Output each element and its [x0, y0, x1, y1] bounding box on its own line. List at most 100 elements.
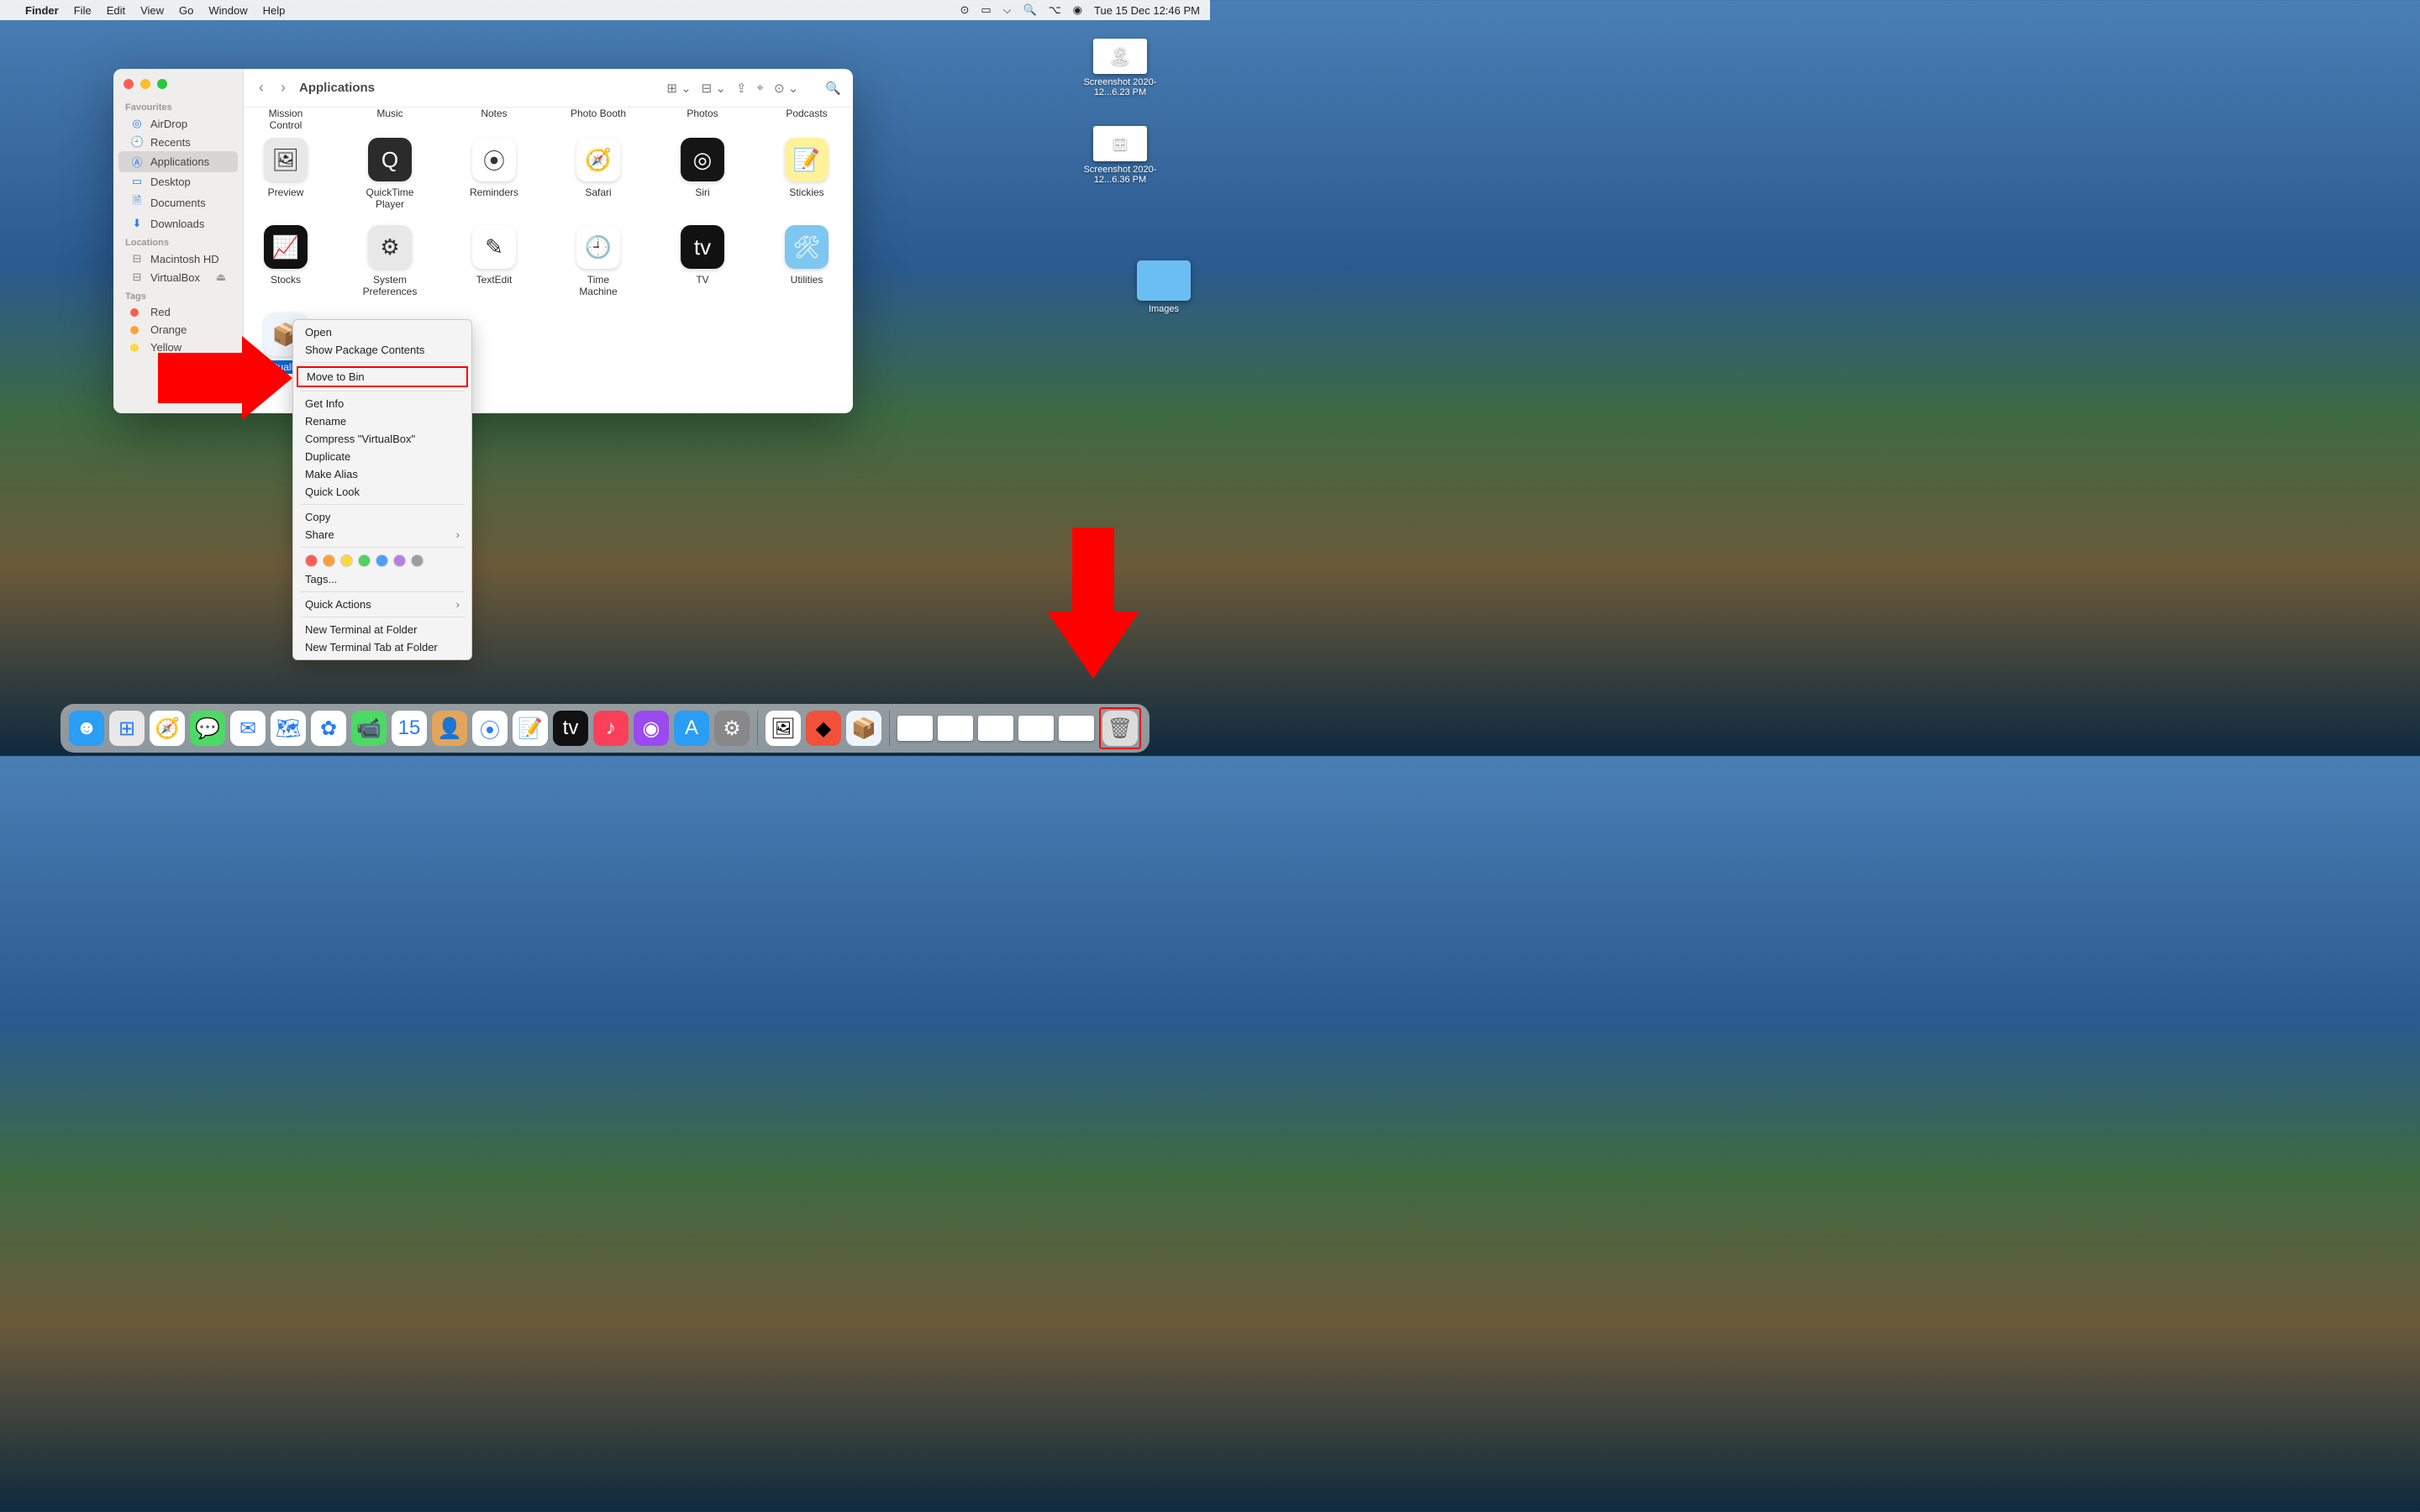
dock-virtualbox[interactable]: 📦	[846, 711, 881, 746]
forward-button[interactable]: ›	[277, 79, 289, 97]
sidebar-tag-red[interactable]: Red	[118, 303, 238, 321]
dock-contacts[interactable]: 👤	[432, 711, 467, 746]
sidebar-item-documents[interactable]: 🗎Documents	[118, 191, 238, 214]
app-label[interactable]: Mission Control	[255, 108, 316, 123]
app-reminders[interactable]: ⦿ Reminders	[464, 138, 524, 210]
ctx-copy[interactable]: Copy	[293, 508, 471, 526]
dock-safari[interactable]: 🧭	[150, 711, 185, 746]
ctx-quick-actions[interactable]: Quick Actions›	[293, 596, 471, 613]
dock-trash[interactable]: 🗑	[1102, 711, 1138, 746]
ctx-new-terminal-tab[interactable]: New Terminal Tab at Folder	[293, 638, 471, 656]
dock-mail[interactable]: ✉	[230, 711, 266, 746]
battery-icon[interactable]: ▭	[981, 3, 991, 17]
tag-color-dot[interactable]	[323, 554, 335, 567]
app-stocks[interactable]: 📈 Stocks	[255, 225, 316, 297]
menu-go[interactable]: Go	[179, 4, 193, 17]
share-icon[interactable]: ⇪	[736, 81, 747, 96]
menu-view[interactable]: View	[140, 4, 164, 17]
ctx-show-package-contents[interactable]: Show Package Contents	[293, 341, 471, 359]
eject-icon[interactable]: ⏏	[216, 270, 226, 284]
clock[interactable]: Tue 15 Dec 12:46 PM	[1094, 4, 1200, 17]
app-time-machine[interactable]: 🕘 Time Machine	[568, 225, 629, 297]
control-center-icon[interactable]: ⌥	[1049, 3, 1061, 17]
dock-reminders[interactable]: ⦿	[472, 711, 508, 746]
dock-maps[interactable]: 🗺	[271, 711, 306, 746]
tag-color-dot[interactable]	[305, 554, 318, 567]
app-safari[interactable]: 🧭 Safari	[568, 138, 629, 210]
play-icon[interactable]: ⊙	[960, 3, 969, 17]
ctx-tags[interactable]: Tags...	[293, 570, 471, 588]
group-icon[interactable]: ⊟ ⌄	[702, 81, 726, 96]
desktop-screenshot-2[interactable]: ⊞Screenshot 2020-12...6.36 PM	[1082, 126, 1158, 185]
close-button[interactable]	[124, 79, 134, 89]
sidebar-item-desktop[interactable]: ▭Desktop	[118, 172, 238, 191]
app-menu[interactable]: Finder	[25, 4, 59, 17]
tag-color-dot[interactable]	[376, 554, 388, 567]
app-label[interactable]: Photo Booth	[568, 108, 629, 123]
app-utilities[interactable]: 🛠 Utilities	[776, 225, 837, 297]
ctx-open[interactable]: Open	[293, 323, 471, 341]
ctx-quick-look[interactable]: Quick Look	[293, 483, 471, 501]
sidebar-item-virtualbox[interactable]: ⊟VirtualBox⏏	[118, 268, 238, 286]
dock-tv[interactable]: tv	[553, 711, 588, 746]
ctx-rename[interactable]: Rename	[293, 412, 471, 430]
dock-podcasts[interactable]: ◉	[634, 711, 669, 746]
dock-minimized-window[interactable]	[1018, 716, 1054, 741]
menu-file[interactable]: File	[74, 4, 92, 17]
desktop-folder-images[interactable]: Images	[1126, 260, 1202, 314]
menu-edit[interactable]: Edit	[107, 4, 125, 17]
dock-minimized-window[interactable]	[938, 716, 973, 741]
zoom-button[interactable]	[157, 79, 167, 89]
tag-color-dot[interactable]	[411, 554, 424, 567]
app-quicktime-player[interactable]: Q QuickTime Player	[360, 138, 420, 210]
dock-calendar[interactable]: 15	[392, 711, 427, 746]
ctx-new-terminal[interactable]: New Terminal at Folder	[293, 621, 471, 638]
app-preview[interactable]: 🖼 Preview	[255, 138, 316, 210]
desktop-screenshot-1[interactable]: 🏝Screenshot 2020-12...6.23 PM	[1082, 39, 1158, 97]
action-icon[interactable]: ⊙ ⌄	[774, 81, 798, 96]
ctx-duplicate[interactable]: Duplicate	[293, 448, 471, 465]
dock-facetime[interactable]: 📹	[351, 711, 387, 746]
sidebar-item-downloads[interactable]: ⬇Downloads	[118, 214, 238, 233]
spotlight-icon[interactable]: 🔍	[1023, 3, 1037, 17]
dock-finder[interactable]: ☻	[69, 711, 104, 746]
dock-music[interactable]: ♪	[593, 711, 629, 746]
menu-window[interactable]: Window	[208, 4, 247, 17]
dock-system-preferences[interactable]: ⚙	[714, 711, 750, 746]
wifi-icon[interactable]: ⌵	[1003, 3, 1012, 17]
app-label[interactable]: Music	[360, 108, 420, 123]
app-label[interactable]: Podcasts	[776, 108, 837, 123]
dock-app-store[interactable]: A	[674, 711, 709, 746]
ctx-share[interactable]: Share›	[293, 526, 471, 543]
ctx-get-info[interactable]: Get Info	[293, 395, 471, 412]
view-icon[interactable]: ⊞ ⌄	[666, 81, 691, 96]
ctx-compress[interactable]: Compress "VirtualBox"	[293, 430, 471, 448]
sidebar-item-macintosh-hd[interactable]: ⊟Macintosh HD	[118, 249, 238, 268]
dock-notes[interactable]: 📝	[513, 711, 548, 746]
back-button[interactable]: ‹	[255, 79, 267, 97]
dock-minimized-window[interactable]	[1059, 716, 1094, 741]
search-icon[interactable]: 🔍	[825, 81, 841, 96]
app-label[interactable]: Notes	[464, 108, 524, 123]
tag-color-dot[interactable]	[358, 554, 371, 567]
dock-photos[interactable]: ✿	[311, 711, 346, 746]
app-label[interactable]: Photos	[672, 108, 733, 123]
menu-help[interactable]: Help	[263, 4, 286, 17]
tag-color-dot[interactable]	[340, 554, 353, 567]
app-stickies[interactable]: 📝 Stickies	[776, 138, 837, 210]
dock-messages[interactable]: 💬	[190, 711, 225, 746]
ctx-make-alias[interactable]: Make Alias	[293, 465, 471, 483]
sidebar-item-airdrop[interactable]: ◎AirDrop	[118, 114, 238, 133]
sidebar-item-applications[interactable]: ⒶApplications	[118, 151, 238, 172]
tag-icon[interactable]: ⌖	[757, 81, 764, 95]
app-tv[interactable]: tv TV	[672, 225, 733, 297]
dock-preview-doc[interactable]: 🖼	[765, 711, 801, 746]
sidebar-item-recents[interactable]: 🕘Recents	[118, 133, 238, 151]
ctx-move-to-bin[interactable]: Move to Bin	[297, 366, 468, 387]
siri-icon[interactable]: ◉	[1073, 3, 1082, 17]
minimize-button[interactable]	[140, 79, 150, 89]
app-textedit[interactable]: ✎ TextEdit	[464, 225, 524, 297]
tag-color-dot[interactable]	[393, 554, 406, 567]
dock-minimized-window[interactable]	[897, 716, 933, 741]
dock-swift[interactable]: ◆	[806, 711, 841, 746]
